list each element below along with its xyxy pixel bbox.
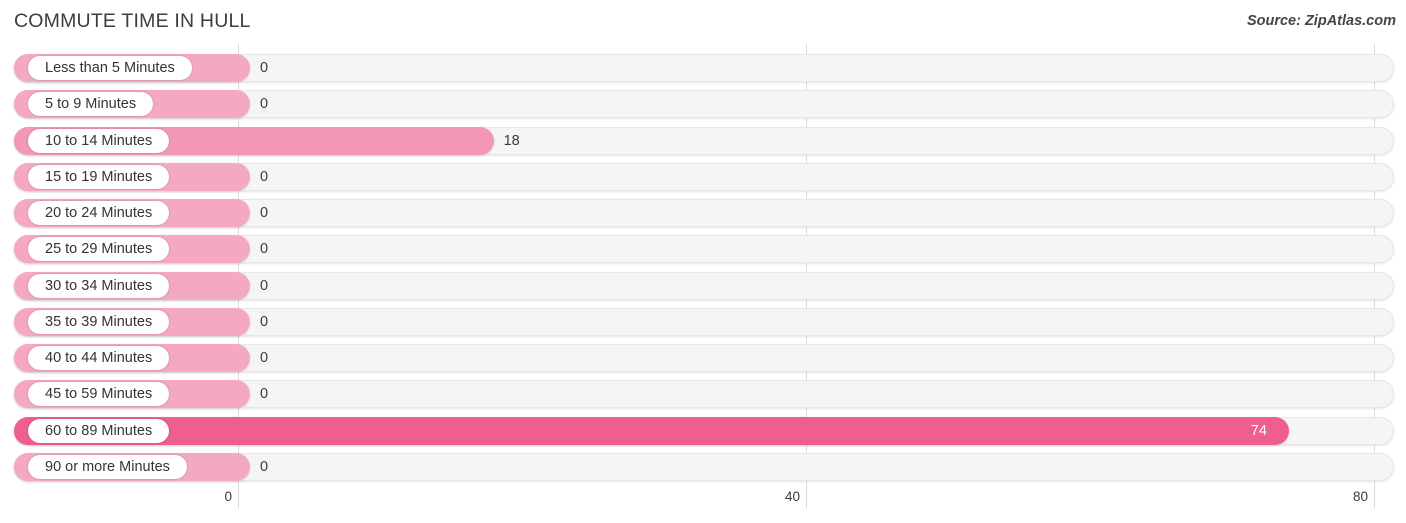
bar-label: 5 to 9 Minutes	[28, 92, 154, 117]
chart-header: COMMUTE TIME IN HULL Source: ZipAtlas.co…	[0, 0, 1406, 44]
axis-tick-mark	[238, 486, 239, 508]
bar-value: 0	[260, 168, 269, 185]
bar-value-inside: 74	[1250, 422, 1267, 439]
table-row[interactable]: Less than 5 Minutes 0	[14, 54, 1394, 82]
bar-label: Less than 5 Minutes	[28, 56, 192, 80]
bar-label: 20 to 24 Minutes	[28, 201, 170, 225]
bar-label: 25 to 29 Minutes	[28, 237, 170, 262]
bar-value: 0	[260, 241, 269, 258]
bar-label: 10 to 14 Minutes	[28, 128, 170, 153]
axis-tick-label: 40	[784, 489, 800, 504]
table-row[interactable]: 25 to 29 Minutes 0	[14, 235, 1394, 264]
bar-label: 15 to 19 Minutes	[28, 164, 170, 189]
table-row[interactable]: 30 to 34 Minutes 0	[14, 271, 1394, 300]
table-row[interactable]: 35 to 39 Minutes 0	[14, 307, 1394, 336]
bar-label: 35 to 39 Minutes	[28, 309, 170, 334]
bar-value: 0	[260, 277, 269, 294]
table-row[interactable]: 15 to 19 Minutes 0	[14, 162, 1394, 191]
table-row[interactable]: 60 to 89 Minutes 74	[14, 416, 1394, 445]
table-row[interactable]: 45 to 59 Minutes 0	[14, 380, 1394, 409]
bar-label: 90 or more Minutes	[28, 454, 187, 479]
bar-value: 0	[260, 60, 269, 76]
bar-value: 0	[260, 350, 269, 366]
bar-value: 0	[260, 313, 269, 330]
table-row[interactable]: 20 to 24 Minutes 0	[14, 199, 1394, 227]
chart-plot-area: Less than 5 Minutes 0 5 to 9 Minutes 0 10 to…	[0, 44, 1406, 486]
table-row[interactable]: 5 to 9 Minutes 0	[14, 90, 1394, 119]
axis-tick-label: 80	[1352, 489, 1368, 504]
bar-value: 0	[260, 386, 269, 403]
bar-label: 45 to 59 Minutes	[28, 382, 170, 407]
table-row[interactable]: 90 or more Minutes 0	[14, 452, 1394, 481]
bar-fill[interactable]	[14, 416, 1289, 445]
axis-tick-mark	[806, 486, 807, 508]
bar-label: 60 to 89 Minutes	[28, 418, 170, 443]
bar-value: 0	[260, 205, 269, 221]
x-axis: 0 40 80	[0, 486, 1406, 523]
table-row[interactable]: 40 to 44 Minutes 0	[14, 344, 1394, 372]
axis-tick-mark	[1374, 486, 1375, 508]
bar-value: 0	[260, 458, 269, 475]
bar-value: 0	[260, 96, 269, 113]
bar-label: 30 to 34 Minutes	[28, 273, 170, 298]
source-label: Source: ZipAtlas.com	[1246, 13, 1396, 29]
bar-value: 18	[503, 132, 520, 149]
table-row[interactable]: 10 to 14 Minutes 18	[14, 126, 1394, 155]
page-title: COMMUTE TIME IN HULL	[14, 10, 251, 32]
bar-label: 40 to 44 Minutes	[28, 346, 170, 370]
axis-tick-label: 0	[224, 489, 232, 504]
